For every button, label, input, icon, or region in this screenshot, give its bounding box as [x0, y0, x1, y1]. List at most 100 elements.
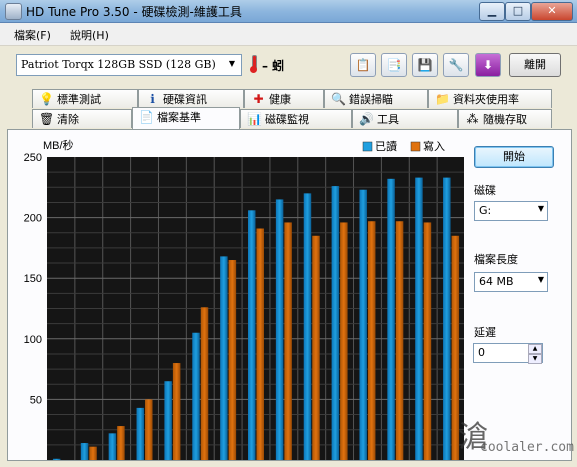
tab-label: 資料夾使用率 [453, 93, 519, 106]
legend-label-write: 寫入 [423, 139, 445, 153]
title-bar: HD Tune Pro 3.50 - 硬碟檢測-維護工具 ▁ □ ✕ [0, 0, 577, 23]
menu-help[interactable]: 說明(H) [70, 27, 109, 43]
read-bar [303, 193, 312, 460]
write-bar [367, 221, 376, 460]
tab-disk-monitor[interactable]: 📊 磁碟監視 [240, 109, 352, 128]
trash-icon: 🗑 [39, 112, 55, 126]
tab-row-bottom: 🗑 清除 📄 檔案基準 📊 磁碟監視 🔊 工具 ⁂ 隨機存取 [0, 107, 577, 129]
write-bar [117, 426, 125, 460]
spin-down-button[interactable]: ▼ [528, 354, 542, 364]
read-bar [415, 177, 423, 460]
y-tick-label: 250 [24, 152, 42, 164]
tab-row-top: 💡 標準測試 ℹ 硬碟資訊 ✚ 健康 🔍 錯誤掃瞄 📁 資料夾使用率 [0, 89, 577, 109]
minimize-button[interactable]: ▁ [479, 2, 505, 21]
floppy-disk-icon: 💾 [417, 58, 433, 72]
benchmark-chart: 50 100 150 200 250MB/秒 已讀 寫入 [24, 138, 464, 460]
download-button[interactable]: ⬇ [475, 53, 501, 77]
speaker-tools-icon: 🔊 [359, 112, 374, 126]
y-tick-label: 200 [24, 213, 42, 225]
health-cross-icon: ✚ [253, 92, 264, 106]
tab-benchmark[interactable]: 💡 標準測試 [32, 89, 138, 108]
read-bar [220, 256, 228, 460]
tab-folder-usage[interactable]: 📁 資料夾使用率 [428, 89, 552, 108]
tab-label: 清除 [57, 113, 79, 126]
random-access-icon: ⁂ [466, 112, 479, 126]
write-bar [395, 221, 404, 460]
copy-info-button[interactable]: 📋 [350, 53, 376, 77]
app-window: HD Tune Pro 3.50 - 硬碟檢測-維護工具 ▁ □ ✕ 檔案(F)… [0, 0, 577, 467]
read-bar [275, 199, 284, 460]
read-bar [359, 189, 367, 460]
folder-icon: 📁 [435, 92, 450, 106]
read-bar [136, 407, 145, 460]
spin-up-button[interactable]: ▲ [528, 344, 542, 354]
write-bar [284, 222, 292, 460]
tab-label: 錯誤掃瞄 [349, 93, 393, 106]
temperature-readout: – 蚓 [262, 59, 285, 73]
drive-select-value: Patriot Torqx 128GB SSD (128 GB) [21, 58, 216, 71]
options-button[interactable]: 🔧 [443, 53, 469, 77]
menu-file[interactable]: 檔案(F) [14, 27, 51, 43]
file-length-value: 64 MB [479, 275, 514, 288]
read-bar [331, 186, 340, 460]
chevron-down-icon: ▼ [537, 204, 544, 213]
delay-spinner[interactable]: 0 ▲ ▼ [473, 343, 543, 364]
read-bar [192, 332, 200, 460]
write-bar [228, 260, 237, 460]
disk-label: 磁碟 [474, 184, 496, 197]
write-bar [423, 222, 432, 460]
menu-bar: 檔案(F) 說明(H) [0, 23, 577, 46]
down-arrow-icon: ⬇ [482, 58, 494, 72]
write-bar [340, 222, 348, 460]
delay-label: 延遲 [474, 326, 496, 339]
close-button[interactable]: ✕ [531, 2, 573, 21]
tab-info[interactable]: ℹ 硬碟資訊 [138, 89, 244, 108]
tab-label: 硬碟資訊 [163, 93, 207, 106]
tab-label: 磁碟監視 [265, 113, 309, 126]
start-button[interactable]: 開始 [474, 146, 554, 168]
tab-health[interactable]: ✚ 健康 [244, 89, 324, 108]
thermometer-icon [249, 55, 257, 73]
copy-screenshot-button[interactable]: 📑 [381, 53, 407, 77]
tab-error-scan[interactable]: 🔍 錯誤掃瞄 [324, 89, 428, 108]
chevron-down-icon: ▼ [537, 275, 544, 284]
tab-random-access[interactable]: ⁂ 隨機存取 [458, 109, 552, 128]
write-bar [200, 307, 209, 460]
tab-file-benchmark[interactable]: 📄 檔案基準 [132, 107, 240, 129]
delay-value: 0 [478, 346, 485, 359]
tab-erase[interactable]: 🗑 清除 [32, 109, 132, 128]
write-bar [172, 363, 181, 460]
disk-select-value: G: [479, 204, 492, 217]
y-tick-label: 150 [24, 273, 42, 285]
maximize-button[interactable]: □ [505, 2, 531, 21]
read-bar [108, 433, 117, 460]
write-bar [145, 399, 153, 460]
watermark: 滄 coolaler.com [456, 412, 574, 462]
y-axis-label: MB/秒 [43, 138, 74, 152]
read-bar [52, 458, 61, 460]
write-bar [256, 228, 264, 460]
window-title: HD Tune Pro 3.50 - 硬碟檢測-維護工具 [26, 5, 242, 19]
file-benchmark-icon: 📄 [139, 110, 154, 124]
tab-label: 標準測試 [57, 93, 101, 106]
write-bar [89, 446, 97, 460]
wrench-icon: 🔧 [448, 58, 464, 72]
read-bar [248, 210, 256, 460]
hd-tune-app-icon [5, 3, 22, 20]
disk-select[interactable]: G: ▼ [474, 201, 548, 221]
magnifier-icon: 🔍 [331, 92, 346, 106]
copy-all-icon: 📑 [386, 58, 402, 72]
file-length-select[interactable]: 64 MB ▼ [474, 272, 548, 292]
y-tick-label: 100 [24, 334, 42, 346]
read-bar [80, 443, 89, 460]
exit-button[interactable]: 離開 [509, 53, 561, 77]
legend-swatch-read [362, 141, 373, 152]
y-tick-label: 50 [30, 394, 42, 406]
drive-select[interactable]: Patriot Torqx 128GB SSD (128 GB) ▼ [16, 54, 242, 76]
spinner-buttons: ▲ ▼ [528, 344, 542, 364]
chevron-down-icon: ▼ [228, 59, 236, 68]
tab-tools[interactable]: 🔊 工具 [352, 109, 458, 128]
monitor-icon: 📊 [247, 112, 262, 126]
write-bar [312, 235, 320, 460]
save-button[interactable]: 💾 [412, 53, 438, 77]
